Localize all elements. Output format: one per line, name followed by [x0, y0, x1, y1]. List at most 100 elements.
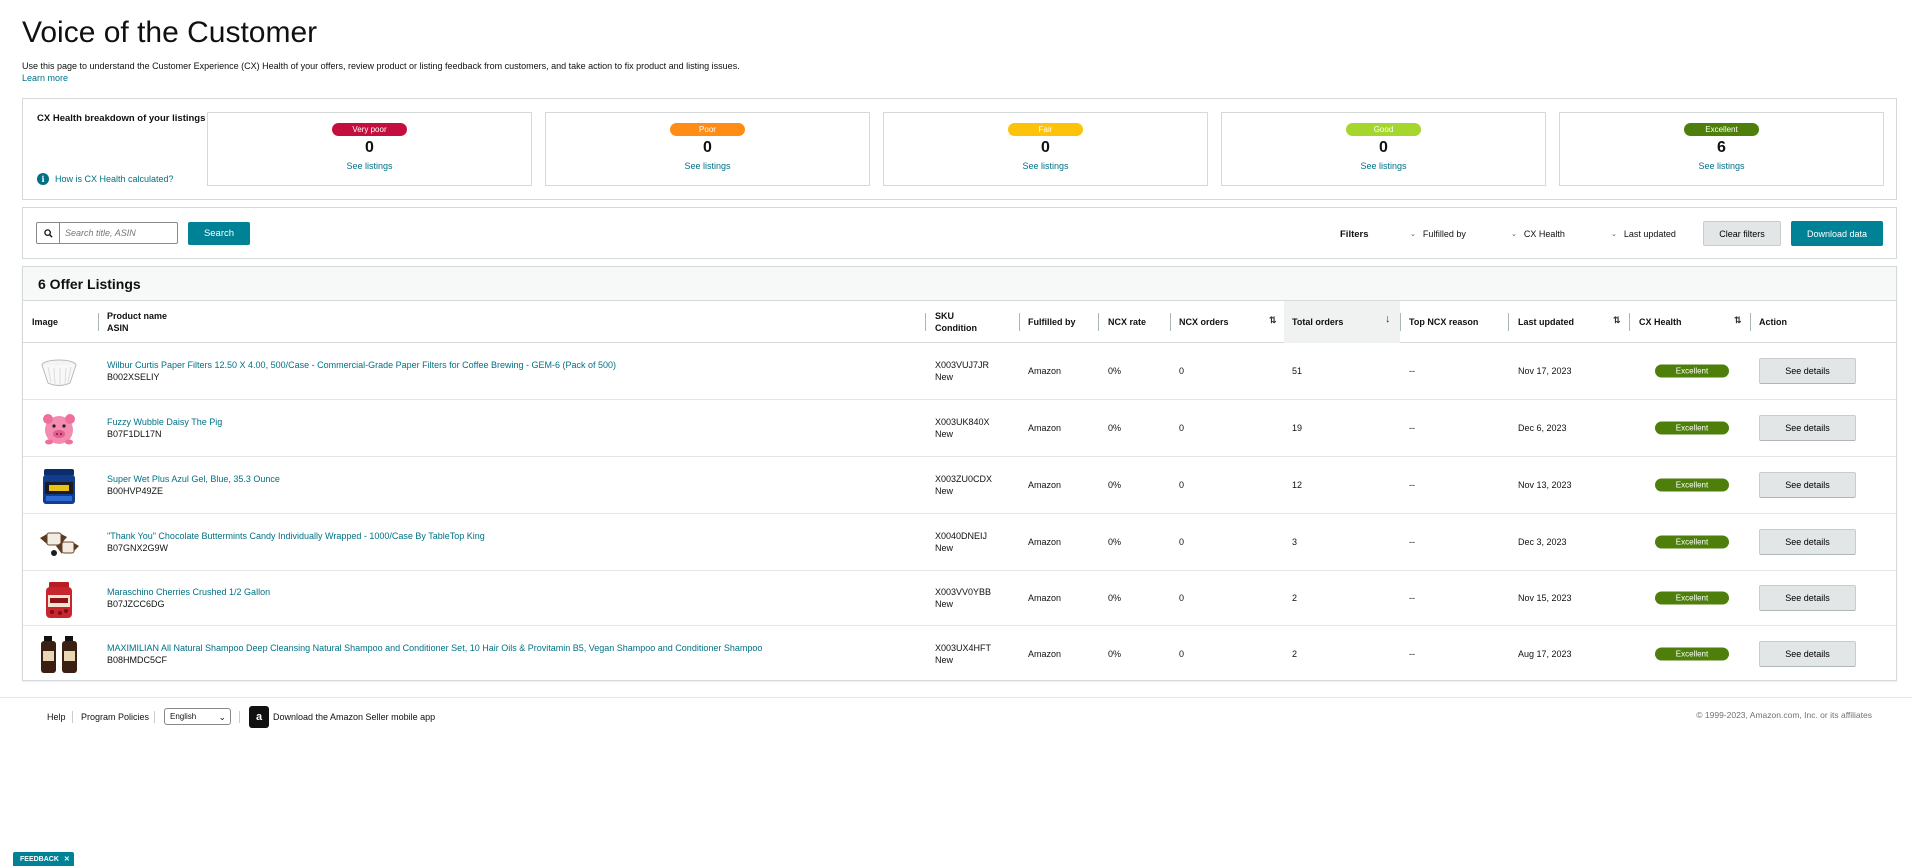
- language-select[interactable]: English ⌄: [164, 708, 231, 725]
- listings-table: 6 Offer Listings Image Product name ASIN…: [22, 266, 1897, 681]
- fulfilled-value: Amazon: [1028, 648, 1062, 659]
- see-listings-link[interactable]: See listings: [1560, 161, 1883, 171]
- language-value: English: [170, 712, 197, 721]
- cx-health-help-link[interactable]: i How is CX Health calculated?: [37, 173, 174, 185]
- top-reason-value: --: [1409, 537, 1415, 547]
- col-header-top-reason: Top NCX reason: [1409, 301, 1478, 343]
- column-divider[interactable]: [1019, 313, 1020, 331]
- footer-app-link[interactable]: Download the Amazon Seller mobile app: [273, 712, 435, 722]
- arrow-down-icon[interactable]: ↓: [1385, 313, 1391, 325]
- header-label: Action: [1759, 317, 1787, 327]
- column-divider[interactable]: [925, 313, 926, 331]
- header-label: Condition: [935, 323, 977, 333]
- column-divider[interactable]: [98, 313, 99, 331]
- footer-copyright: © 1999-2023, Amazon.com, Inc. or its aff…: [1696, 710, 1872, 720]
- product-cell: Maraschino Cherries Crushed 1/2 Gallon B…: [107, 586, 270, 610]
- info-icon: i: [37, 173, 49, 185]
- cx-pill-excellent: Excellent: [1684, 123, 1759, 136]
- column-divider[interactable]: [1400, 313, 1401, 331]
- fulfilled-value: Amazon: [1028, 423, 1062, 433]
- product-name-link[interactable]: Wilbur Curtis Paper Filters 12.50 X 4.00…: [107, 359, 616, 371]
- see-listings-link[interactable]: See listings: [1222, 161, 1545, 171]
- product-cell: MAXIMILIAN All Natural Shampoo Deep Clea…: [107, 642, 762, 666]
- column-divider[interactable]: [1750, 313, 1751, 331]
- column-divider[interactable]: [1508, 313, 1509, 331]
- filter-bar: Search Filters ⌄ Fulfilled by ⌄ CX Healt…: [22, 207, 1897, 259]
- see-details-button[interactable]: See details: [1759, 529, 1856, 555]
- last-updated-value: Aug 17, 2023: [1518, 648, 1572, 659]
- col-header-cx-health[interactable]: CX Health: [1639, 301, 1682, 343]
- filters-label: Filters: [1340, 229, 1369, 240]
- see-details-button[interactable]: See details: [1759, 358, 1856, 384]
- learn-more-link[interactable]: Learn more: [22, 73, 68, 83]
- filter-fulfilled-by[interactable]: ⌄ Fulfilled by: [1410, 229, 1466, 239]
- chevron-down-icon: ⌄: [1410, 231, 1416, 238]
- table-row: Fuzzy Wubble Daisy The Pig B07F1DL17N X0…: [23, 400, 1896, 457]
- top-reason-value: --: [1409, 593, 1415, 603]
- sku-value: X003UK840X: [935, 417, 990, 427]
- cx-card-very-poor: Very poor 0 See listings: [207, 112, 532, 186]
- total-orders-value: 2: [1292, 593, 1298, 603]
- footer-help-link[interactable]: Help: [47, 712, 66, 722]
- cx-card-poor: Poor 0 See listings: [545, 112, 870, 186]
- table-row: Wilbur Curtis Paper Filters 12.50 X 4.00…: [23, 343, 1896, 400]
- ncx-orders-value: 0: [1179, 593, 1185, 603]
- total-orders-value: 12: [1292, 480, 1303, 490]
- col-header-total-orders[interactable]: Total orders: [1284, 301, 1400, 343]
- clear-filters-button[interactable]: Clear filters: [1703, 221, 1781, 246]
- sort-icon[interactable]: ⇅: [1269, 315, 1277, 326]
- see-listings-link[interactable]: See listings: [546, 161, 869, 171]
- col-header-fulfilled: Fulfilled by: [1028, 301, 1076, 343]
- product-name-link[interactable]: Fuzzy Wubble Daisy The Pig: [107, 416, 222, 428]
- asin-value: B07JZCC6DG: [107, 599, 165, 609]
- product-name-link[interactable]: Maraschino Cherries Crushed 1/2 Gallon: [107, 586, 270, 598]
- header-label: SKU: [935, 311, 955, 321]
- download-data-button[interactable]: Download data: [1791, 221, 1883, 246]
- cx-health-badge: Excellent: [1655, 478, 1729, 492]
- cx-health-badge: Excellent: [1655, 647, 1729, 660]
- filter-cx-health[interactable]: ⌄ CX Health: [1511, 229, 1565, 239]
- ncx-rate-value: 0%: [1108, 593, 1122, 603]
- sort-icon[interactable]: ⇅: [1613, 315, 1621, 326]
- product-name-link[interactable]: MAXIMILIAN All Natural Shampoo Deep Clea…: [107, 642, 762, 654]
- see-details-button[interactable]: See details: [1759, 472, 1856, 498]
- product-name-link[interactable]: "Thank You" Chocolate Buttermints Candy …: [107, 530, 485, 542]
- col-header-ncx-orders[interactable]: NCX orders: [1179, 301, 1229, 343]
- cx-health-badge: Excellent: [1655, 591, 1729, 605]
- table-row: "Thank You" Chocolate Buttermints Candy …: [23, 514, 1896, 571]
- filter-fulfilled-label: Fulfilled by: [1422, 229, 1466, 239]
- table-row: Super Wet Plus Azul Gel, Blue, 35.3 Ounc…: [23, 457, 1896, 514]
- asin-value: B002XSELIY: [107, 372, 160, 382]
- column-divider[interactable]: [1170, 313, 1171, 331]
- page-title: Voice of the Customer: [22, 16, 318, 49]
- search-input[interactable]: [60, 228, 175, 238]
- sort-icon[interactable]: ⇅: [1734, 315, 1742, 326]
- condition-value: New: [935, 486, 954, 496]
- amazon-seller-app-icon[interactable]: a: [249, 706, 269, 728]
- feedback-tab[interactable]: FEEDBACK ✕: [13, 852, 74, 866]
- header-label: Top NCX reason: [1409, 317, 1479, 327]
- close-icon[interactable]: ✕: [64, 856, 70, 863]
- chevron-down-icon: ⌄: [1511, 231, 1517, 238]
- col-header-last-updated[interactable]: Last updated: [1518, 301, 1574, 343]
- see-listings-link[interactable]: See listings: [884, 161, 1207, 171]
- see-listings-link[interactable]: See listings: [208, 161, 531, 171]
- see-details-button[interactable]: See details: [1759, 640, 1856, 667]
- see-details-button[interactable]: See details: [1759, 585, 1856, 611]
- product-name-link[interactable]: Super Wet Plus Azul Gel, Blue, 35.3 Ounc…: [107, 473, 280, 485]
- total-orders-value: 2: [1292, 648, 1298, 659]
- cx-count-very-poor: 0: [365, 139, 374, 156]
- condition-value: New: [935, 654, 954, 665]
- col-header-image: Image: [32, 301, 58, 343]
- sku-cell: X003VV0YBB New: [935, 586, 991, 610]
- filter-updated-label: Last updated: [1623, 229, 1676, 239]
- column-divider[interactable]: [1098, 313, 1099, 331]
- footer-policies-link[interactable]: Program Policies: [81, 712, 149, 722]
- asin-value: B08HMDC5CF: [107, 654, 168, 665]
- filter-last-updated[interactable]: ⌄ Last updated: [1611, 229, 1676, 239]
- see-details-button[interactable]: See details: [1759, 415, 1856, 441]
- search-button[interactable]: Search: [188, 222, 250, 245]
- product-cell: Wilbur Curtis Paper Filters 12.50 X 4.00…: [107, 359, 616, 383]
- ncx-rate-value: 0%: [1108, 423, 1122, 433]
- column-divider[interactable]: [1629, 313, 1630, 331]
